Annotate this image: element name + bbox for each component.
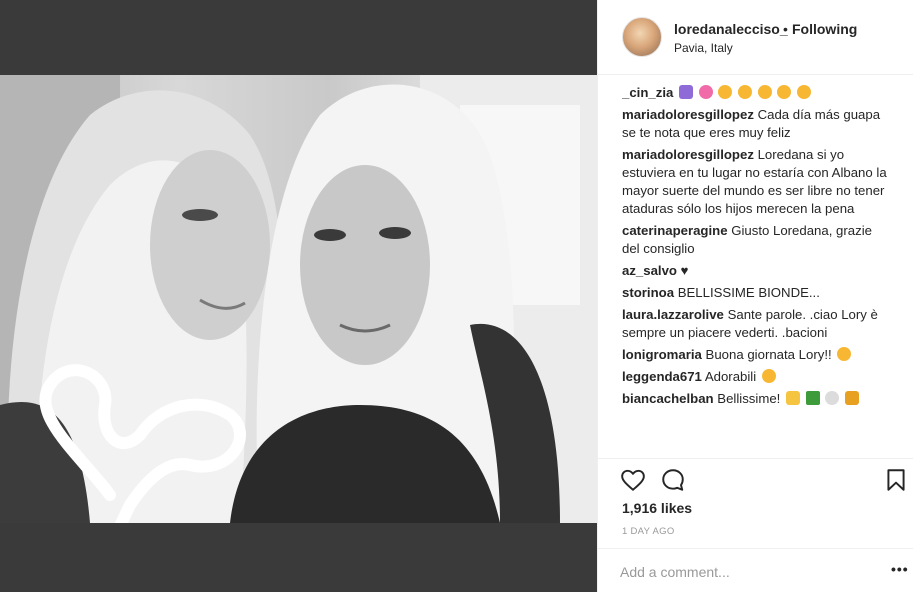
smiling-face-icon	[761, 369, 776, 383]
flower-icon	[698, 85, 713, 99]
likes-count[interactable]: 1,916 likes	[622, 500, 692, 516]
comment-username[interactable]: az_salvo	[622, 263, 677, 278]
comment-username[interactable]: caterinaperagine	[622, 223, 728, 238]
comment-username[interactable]: mariadoloresgillopez	[622, 147, 754, 162]
kiss-face-icon	[797, 85, 812, 99]
kiss-face-icon	[757, 85, 772, 99]
kiss-face-icon	[738, 85, 753, 99]
comment-item: mariadoloresgillopez Loredana si yo estu…	[622, 146, 890, 218]
comment-item: laura.lazzarolive Sante parole. .ciao Lo…	[622, 306, 890, 342]
heart-outline-icon[interactable]	[620, 467, 646, 493]
black-heart-icon: ♥	[680, 263, 689, 278]
bookmark-icon[interactable]	[883, 467, 909, 493]
thumbs-up-icon	[786, 391, 800, 405]
post-media[interactable]	[0, 0, 597, 592]
kiss-face-icon	[837, 347, 852, 361]
comment-username[interactable]: _cin_zia	[622, 85, 673, 100]
comment-input[interactable]	[620, 562, 870, 582]
comment-item: _cin_zia	[622, 84, 890, 102]
kiss-face-icon	[777, 85, 792, 99]
comment-username[interactable]: leggenda671	[622, 369, 702, 384]
comment-item: az_salvo ♥	[622, 262, 890, 280]
speech-bubble-icon[interactable]	[660, 467, 686, 493]
comment-item: lonigromaria Buona giornata Lory!!	[622, 346, 890, 364]
ellipsis-icon[interactable]: •••	[891, 561, 909, 577]
post-header: loredanalecciso_ • Following Pavia, Ital…	[598, 0, 913, 75]
comment-text: BELLISSIME BIONDE...	[677, 285, 820, 300]
avatar[interactable]	[622, 17, 662, 57]
comment-username[interactable]: mariadoloresgillopez	[622, 107, 754, 122]
snowman-icon	[825, 391, 840, 405]
post-sidebar: loredanalecciso_ • Following Pavia, Ital…	[597, 0, 913, 592]
post-photo[interactable]	[0, 75, 597, 523]
comment-item: mariadoloresgillopez Cada día más guapa …	[622, 106, 890, 142]
comment-username[interactable]: laura.lazzarolive	[622, 307, 724, 322]
comment-username[interactable]: lonigromaria	[622, 347, 702, 362]
comment-item: biancachelban Bellissime!	[622, 390, 890, 408]
comment-item: leggenda671 Adorabili	[622, 368, 890, 386]
comment-item: caterinaperagine Giusto Loredana, grazie…	[622, 222, 890, 258]
comment-username[interactable]: storinoa	[622, 285, 674, 300]
action-bar	[598, 458, 913, 498]
separator-dot: •	[783, 21, 788, 37]
purple-heart-icon	[679, 85, 693, 99]
following-button[interactable]: Following	[792, 21, 857, 37]
comment-text: Buona giornata Lory!!	[705, 347, 832, 362]
kiss-face-icon	[718, 85, 733, 99]
comment-text: Adorabili	[704, 369, 757, 384]
comments-list[interactable]: _cin_zia mariadoloresgillopez Cada día m…	[622, 84, 890, 452]
timestamp[interactable]: 1 DAY AGO	[622, 526, 675, 537]
comment-username[interactable]: biancachelban	[622, 391, 714, 406]
add-comment-bar: •••	[598, 548, 913, 592]
username-link[interactable]: loredanalecciso_	[674, 21, 788, 37]
location-link[interactable]: Pavia, Italy	[674, 41, 733, 55]
bouquet-icon	[845, 391, 860, 405]
comment-item: storinoa BELLISSIME BIONDE...	[622, 284, 890, 302]
comment-text: Bellissime!	[717, 391, 781, 406]
christmas-tree-icon	[805, 391, 820, 405]
